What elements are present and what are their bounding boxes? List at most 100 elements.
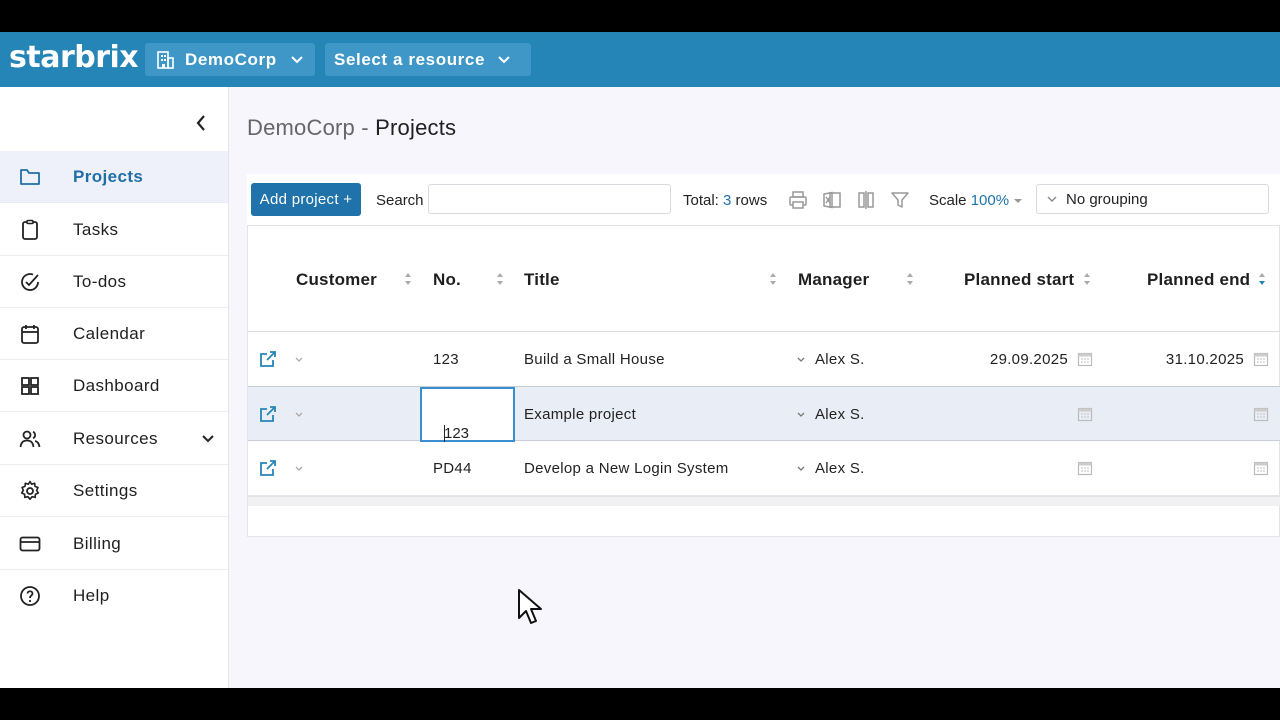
calendar-icon[interactable] [1253,406,1269,422]
sidebar-item-label: Dashboard [73,375,160,395]
sidebar-item-tasks[interactable]: Tasks [0,204,228,256]
customer-dropdown-icon[interactable] [294,356,304,364]
add-project-button[interactable]: Add project + [251,183,361,216]
cell-no-value: 123 [444,425,470,442]
cell-manager[interactable]: Alex S. [815,351,865,368]
calendar-icon[interactable] [1253,460,1269,476]
column-header-no[interactable]: No. [433,270,461,290]
building-icon [157,50,174,69]
cell-title[interactable]: Example project [524,406,636,423]
sort-icon[interactable] [906,272,914,286]
sidebar-item-todos[interactable]: To-dos [0,256,228,308]
sidebar-item-resources[interactable]: Resources [0,413,228,465]
sort-icon[interactable] [1258,272,1266,286]
cell-no[interactable]: PD44 [433,460,472,477]
grid-toolbar: Add project + Search Total: 3 rows Scale… [247,174,1280,225]
sort-icon[interactable] [404,272,412,286]
table-row[interactable]: PD44 Develop a New Login System Alex S. [248,441,1280,496]
cell-no[interactable]: 123 [433,351,459,368]
users-icon [19,430,41,448]
clipboard-icon [22,219,38,240]
manager-dropdown-icon[interactable] [796,411,806,419]
resource-label: Select a resource [334,49,486,69]
check-circle-icon [21,273,39,291]
sort-icon[interactable] [496,272,504,286]
sort-icon[interactable] [769,272,777,286]
sidebar-item-billing[interactable]: Billing [0,518,228,570]
gear-icon [20,480,40,500]
grid-icon [21,377,39,395]
app-window: starbrix DemoCorp Select a resource Proj… [0,32,1280,688]
page-title-text: Projects [375,115,457,140]
sidebar-item-label: To-dos [73,271,127,291]
calendar-icon[interactable] [1077,406,1093,422]
chevron-left-icon [196,115,205,131]
column-header-planned-start[interactable]: Planned start [964,270,1074,290]
resource-dropdown[interactable]: Select a resource [325,43,531,76]
calendar-icon [21,325,39,344]
excel-export-icon[interactable] [821,189,843,211]
calendar-icon[interactable] [1253,351,1269,367]
cell-no-editor[interactable]: 123 [420,387,515,442]
chevron-down-icon [498,55,510,63]
sidebar-item-help[interactable]: Help [0,570,228,622]
main-content: DemoCorp - Projects Add project + Search… [229,87,1280,688]
sort-icon[interactable] [1083,272,1091,286]
sidebar-item-label: Calendar [73,323,146,343]
folder-icon [20,169,40,185]
logo: starbrix [9,40,139,75]
calendar-icon[interactable] [1077,351,1093,367]
column-header-manager[interactable]: Manager [798,270,869,290]
cell-planned-end[interactable]: 31.10.2025 [1140,351,1244,368]
customer-dropdown-icon[interactable] [294,465,304,473]
manager-dropdown-icon[interactable] [796,465,806,473]
projects-grid: Customer No. Title Manager Planned start… [247,225,1280,537]
sidebar-item-projects[interactable]: Projects [0,151,228,203]
cell-title[interactable]: Develop a New Login System [524,460,729,477]
sidebar-item-label: Settings [73,480,138,500]
sidebar-item-dashboard[interactable]: Dashboard [0,360,228,412]
grid-footer [248,496,1280,506]
top-bar: starbrix DemoCorp Select a resource [0,32,1280,87]
cell-planned-start[interactable]: 29.09.2025 [964,351,1068,368]
help-circle-icon [20,586,40,606]
search-input[interactable] [428,184,671,214]
scale-value: 100% [970,192,1010,209]
organization-dropdown[interactable]: DemoCorp [145,43,315,76]
sidebar-item-label: Projects [73,166,144,186]
table-row-selected[interactable]: 123 Example project Alex S. [248,386,1280,442]
caret-down-icon [1014,199,1023,203]
table-row[interactable]: 123 Build a Small House Alex S. 29.09.20… [248,332,1280,387]
scale-label: Scale [929,192,971,209]
manager-dropdown-icon[interactable] [796,356,806,364]
sidebar-item-settings[interactable]: Settings [0,465,228,517]
sidebar-item-label: Resources [73,428,158,448]
calendar-icon[interactable] [1077,460,1093,476]
grouping-value: No grouping [1066,190,1148,208]
sidebar-item-label: Help [73,586,110,605]
grouping-select[interactable]: No grouping [1036,184,1269,214]
grid-header: Customer No. Title Manager Planned start… [248,226,1280,332]
cell-manager[interactable]: Alex S. [815,406,865,423]
scale-control[interactable]: Scale 100% [929,192,1023,209]
cell-manager[interactable]: Alex S. [815,460,865,477]
columns-icon[interactable] [855,189,877,211]
open-external-icon[interactable] [258,458,278,478]
credit-card-icon [19,536,41,552]
customer-dropdown-icon[interactable] [294,411,304,419]
sidebar-item-label: Billing [73,533,122,553]
column-header-customer[interactable]: Customer [296,270,377,290]
open-external-icon[interactable] [258,404,278,424]
chevron-down-icon [202,435,214,443]
collapse-sidebar-button[interactable] [190,111,212,135]
total-rows: Total: 3 rows [683,192,767,209]
open-external-icon[interactable] [258,349,278,369]
chevron-down-icon [1047,196,1057,202]
cell-title[interactable]: Build a Small House [524,351,665,368]
print-icon[interactable] [787,189,809,211]
search-label: Search [376,192,424,209]
sidebar-item-calendar[interactable]: Calendar [0,308,228,360]
filter-icon[interactable] [889,189,911,211]
column-header-title[interactable]: Title [524,270,560,290]
column-header-planned-end[interactable]: Planned end [1147,270,1250,290]
